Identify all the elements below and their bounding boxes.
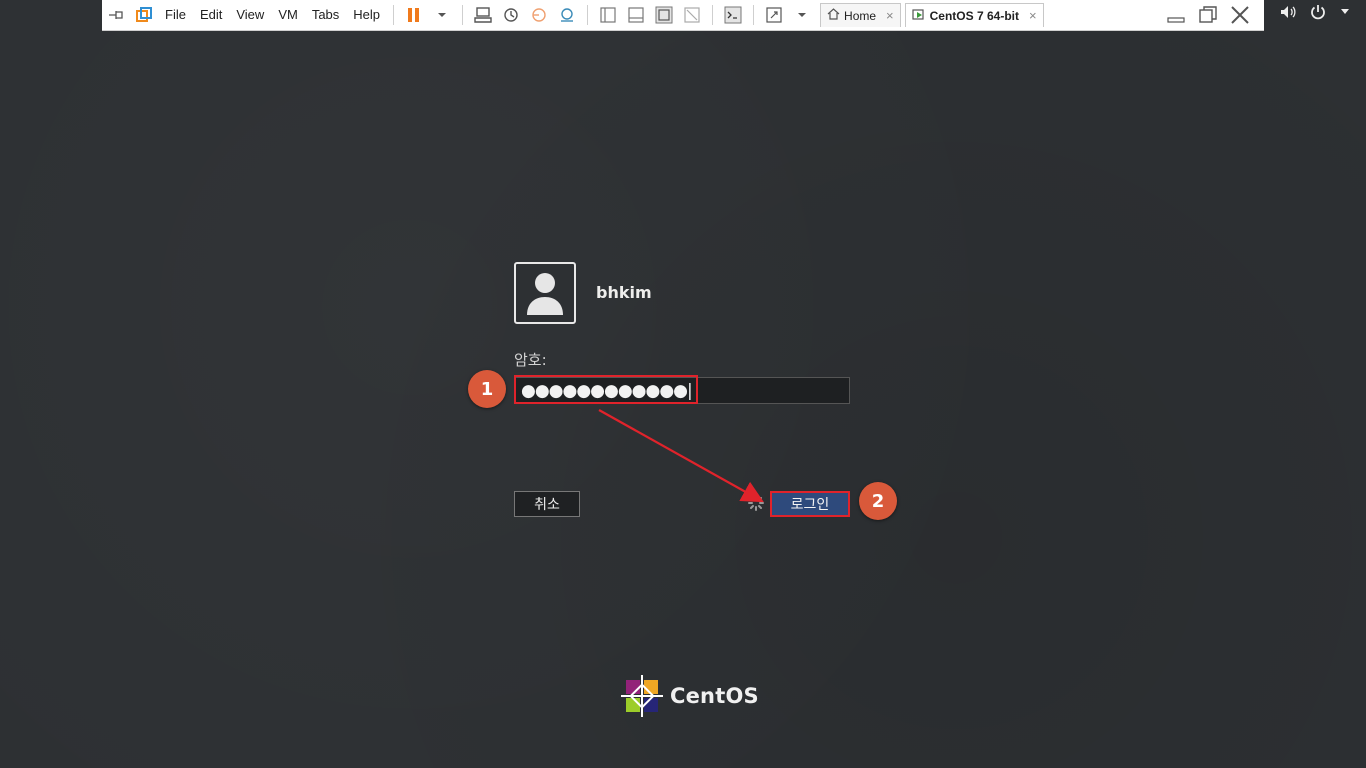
annotation-arrow: [598, 409, 764, 503]
centos-logo-text: CentOS: [670, 684, 759, 708]
centos-logo-icon: [621, 675, 663, 717]
step-badge-1: 1: [468, 370, 506, 408]
step-badge-2: 2: [859, 482, 897, 520]
centos-logo: CentOS: [620, 674, 759, 718]
